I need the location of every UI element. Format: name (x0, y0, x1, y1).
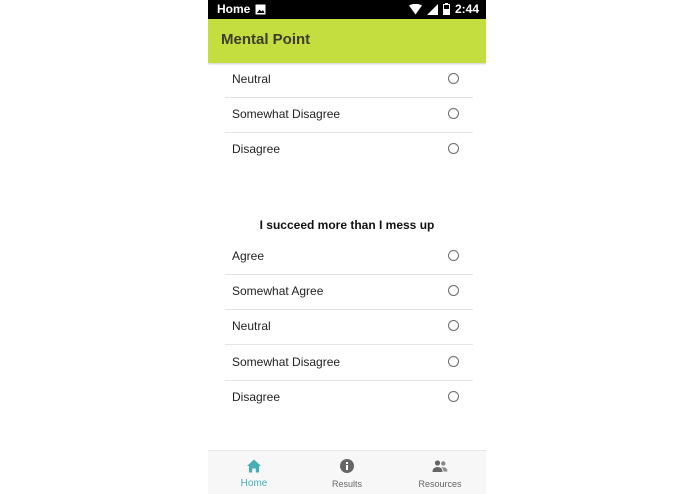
question-text: I succeed more than I mess up (259, 218, 435, 232)
app-title: Mental Point (221, 31, 311, 48)
radio-button[interactable] (448, 356, 459, 367)
radio-button[interactable] (448, 250, 459, 261)
wifi-icon (408, 3, 422, 15)
image-icon (255, 4, 266, 15)
status-left: Home (217, 2, 266, 16)
home-icon (246, 458, 262, 474)
status-time: 2:44 (454, 2, 479, 16)
option-label: Agree (232, 249, 265, 263)
phone-screen: Home 2:44 Mental Point Neutral Somewhat … (208, 0, 486, 494)
battery-icon (442, 3, 450, 15)
option-row[interactable]: Agree (225, 240, 473, 275)
option-label: Somewhat Agree (232, 284, 324, 298)
option-label: Neutral (232, 319, 271, 333)
info-icon (339, 458, 355, 474)
nav-results[interactable]: Results (301, 451, 393, 494)
option-label: Disagree (232, 390, 281, 404)
status-home-label: Home (217, 2, 251, 16)
status-bar: Home 2:44 (208, 0, 486, 19)
app-bar: Mental Point (208, 19, 486, 63)
status-right: 2:44 (408, 2, 479, 16)
option-row[interactable]: Somewhat Agree (225, 275, 473, 310)
bottom-nav: Home Results Resources (208, 450, 486, 494)
option-row[interactable]: Somewhat Disagree (225, 98, 473, 133)
option-label: Somewhat Disagree (232, 107, 341, 121)
option-row[interactable]: Neutral (225, 63, 473, 98)
radio-button[interactable] (448, 108, 459, 119)
option-row[interactable]: Somewhat Disagree (225, 346, 473, 381)
radio-button[interactable] (448, 285, 459, 296)
option-row[interactable]: Disagree (225, 133, 473, 168)
nav-label: Results (331, 479, 362, 489)
nav-label: Resources (418, 479, 462, 489)
nav-resources[interactable]: Resources (394, 451, 486, 494)
people-icon (432, 458, 448, 474)
option-label: Somewhat Disagree (232, 355, 341, 369)
signal-icon (426, 3, 438, 15)
nav-label: Home (240, 478, 268, 489)
survey-content[interactable]: Neutral Somewhat Disagree Disagree I suc… (208, 63, 486, 450)
radio-button[interactable] (448, 391, 459, 402)
option-label: Neutral (232, 72, 271, 86)
option-row[interactable]: Disagree (225, 381, 473, 416)
nav-home[interactable]: Home (208, 451, 300, 494)
option-row[interactable]: Neutral (225, 310, 473, 345)
radio-button[interactable] (448, 320, 459, 331)
option-label: Disagree (232, 142, 281, 156)
radio-button[interactable] (448, 143, 459, 154)
radio-button[interactable] (448, 73, 459, 84)
